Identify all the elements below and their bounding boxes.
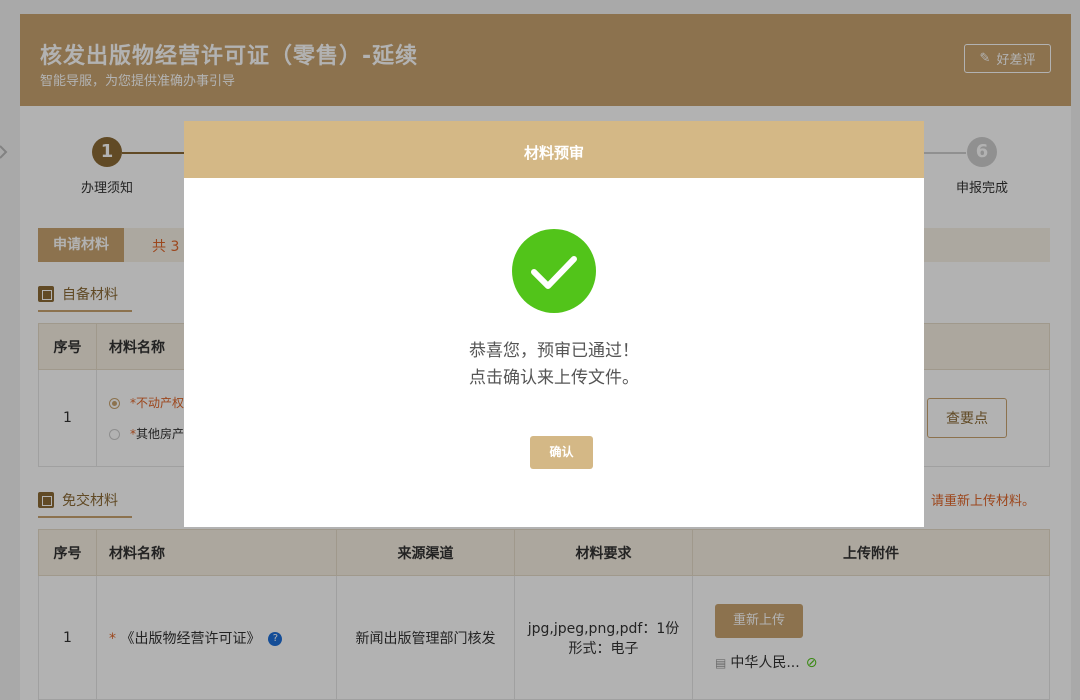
confirm-button[interactable]: 确认 xyxy=(530,436,593,469)
pre-review-modal: 材料预审 恭喜您，预审已通过！ 点击确认来上传文件。 确认 xyxy=(184,121,924,527)
modal-message-line1: 恭喜您，预审已通过！ xyxy=(469,341,639,361)
success-check-icon xyxy=(512,229,596,313)
modal-message-line2: 点击确认来上传文件。 xyxy=(469,368,639,388)
modal-title: 材料预审 xyxy=(184,121,924,178)
